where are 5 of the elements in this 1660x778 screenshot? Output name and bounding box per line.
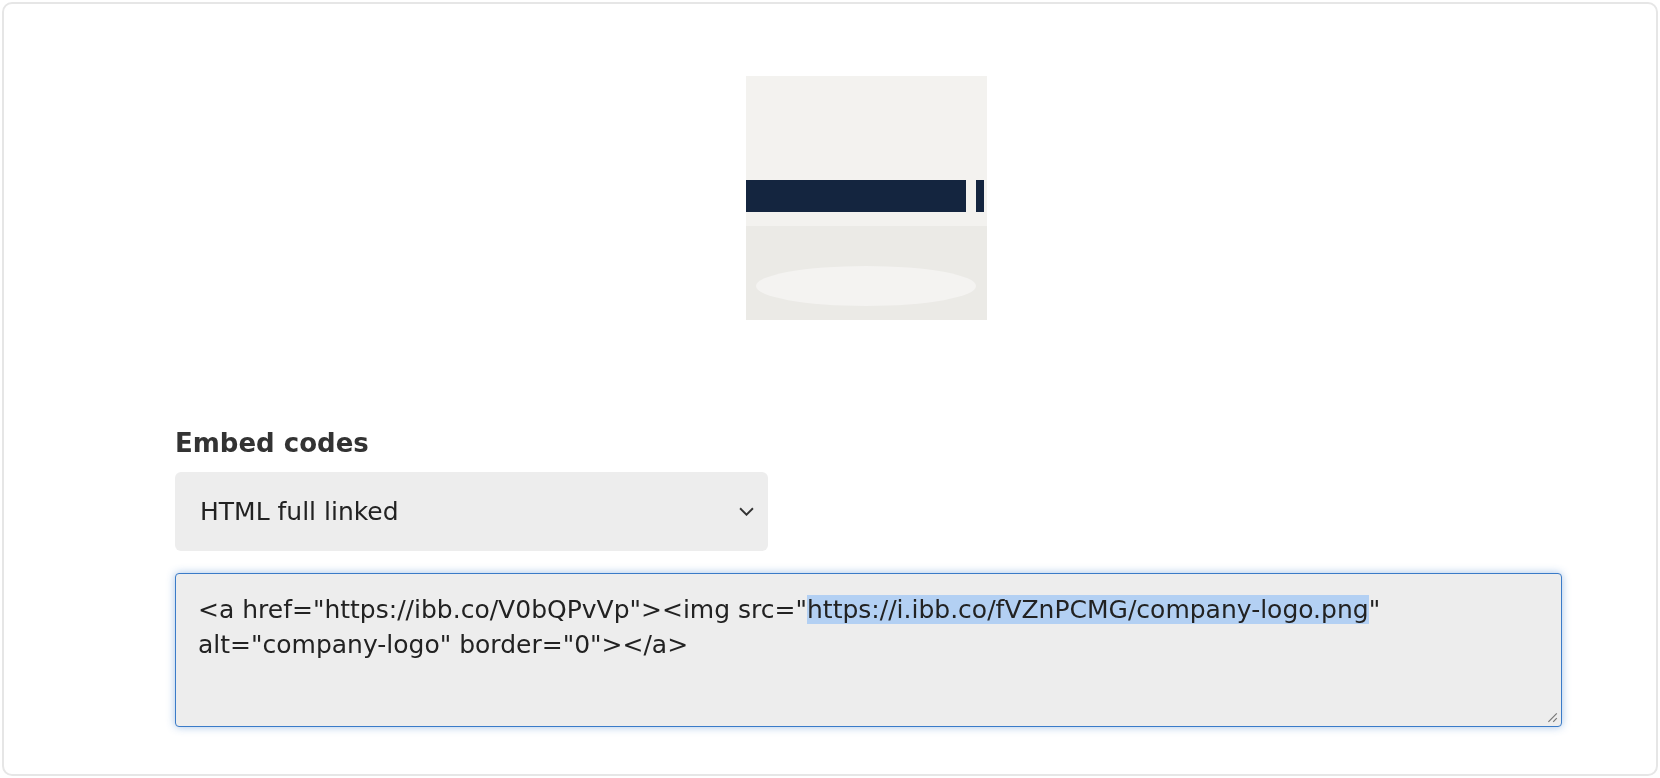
chevron-down-icon: [739, 507, 754, 516]
resize-grip-icon[interactable]: [1546, 711, 1558, 723]
embed-codes-label: Embed codes: [175, 428, 369, 458]
embed-code-field[interactable]: <a href="https://ibb.co/V0bQPvVp"><img src="https://i.ibb.co/fVZnPCMG/company-logo.png" alt="company-logo" border="0"></a>: [175, 573, 1562, 727]
embed-type-select[interactable]: HTML full linked: [175, 472, 768, 551]
